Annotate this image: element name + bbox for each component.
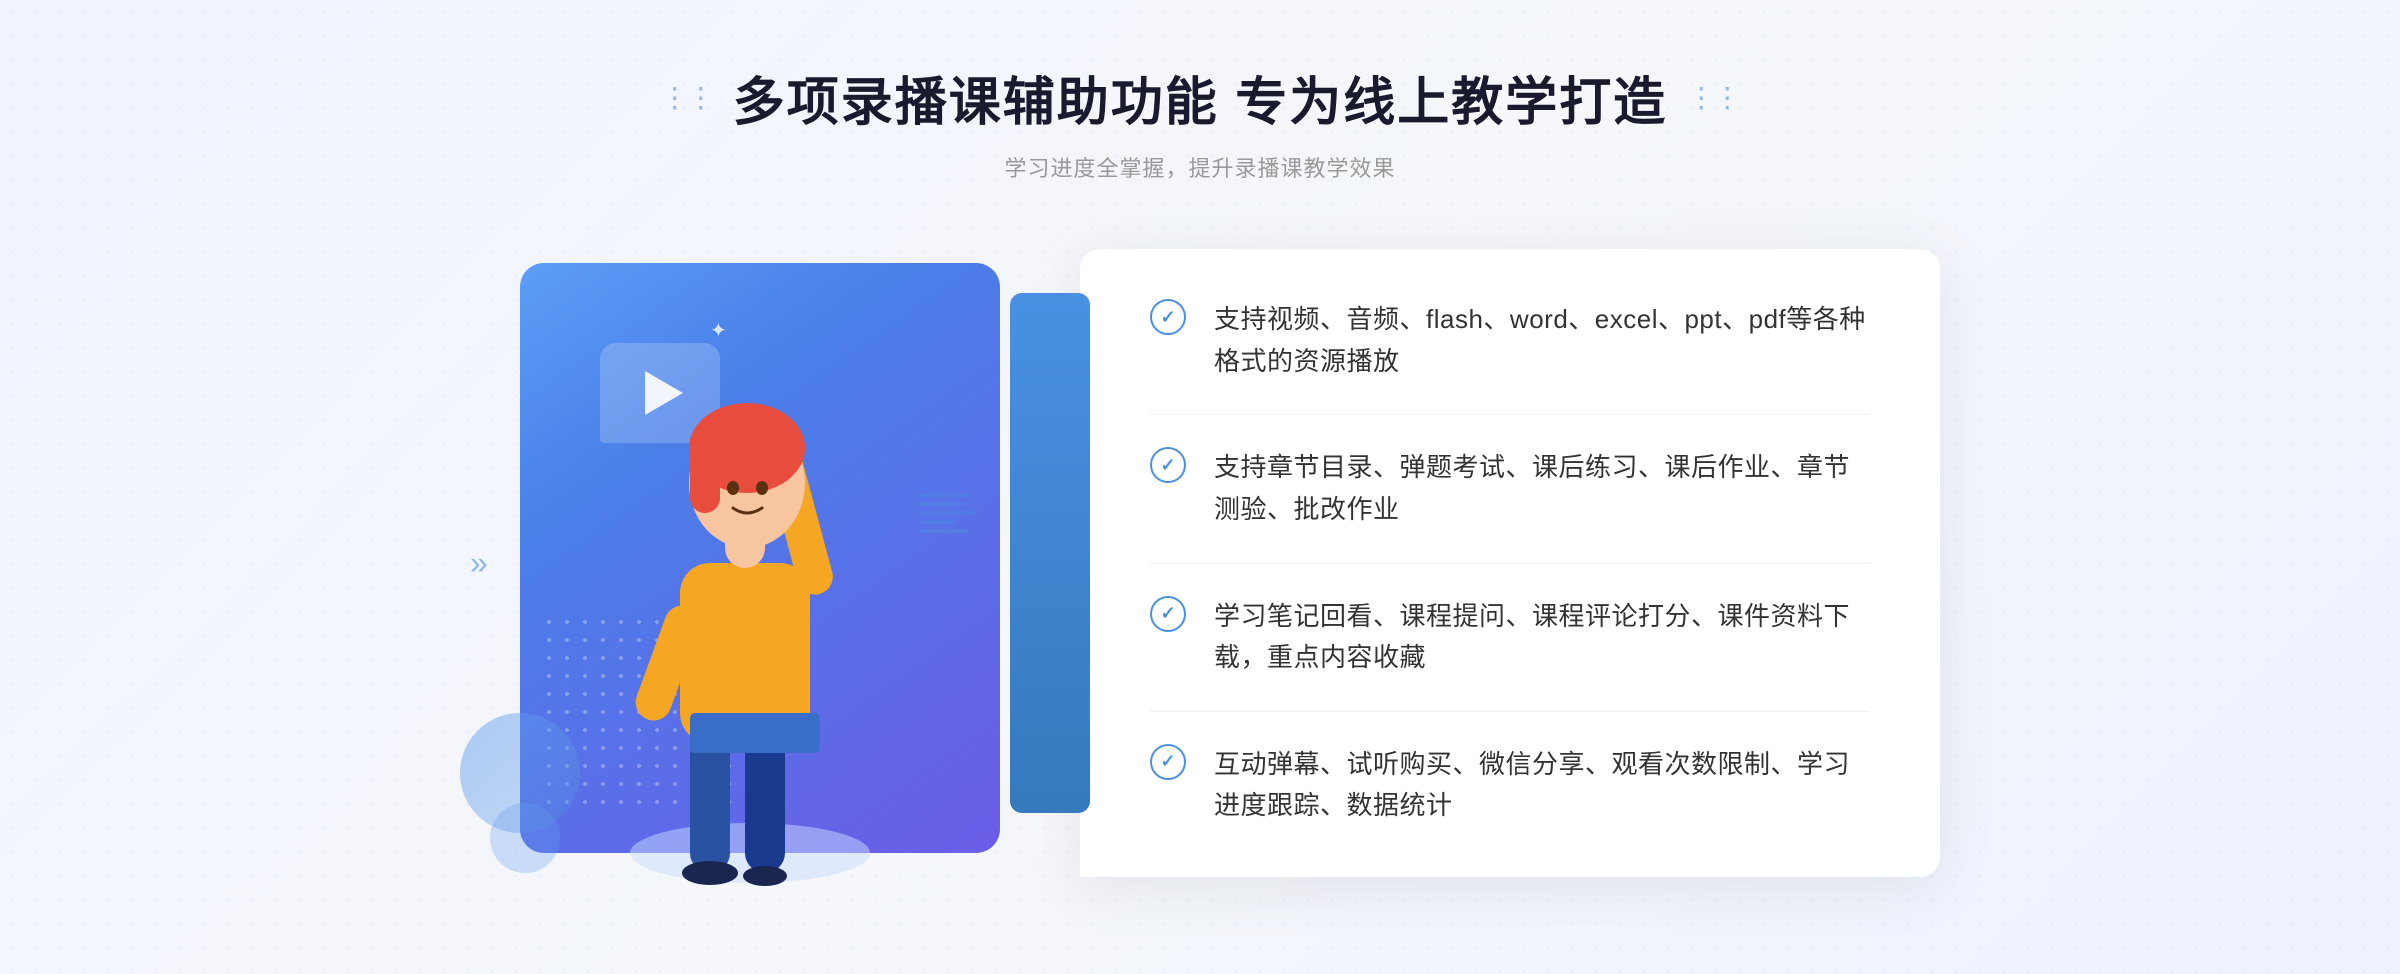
feature-text-1: 支持视频、音频、flash、word、excel、ppt、pdf等各种格式的资源… <box>1214 299 1870 382</box>
check-icon-1 <box>1150 299 1186 335</box>
decorative-stripes <box>920 493 980 573</box>
check-icon-4 <box>1150 744 1186 780</box>
page-container: ⋮⋮ 多项录播课辅助功能 专为线上教学打造 ⋮⋮ 学习进度全掌握，提升录播课教学… <box>0 0 2400 974</box>
header: ⋮⋮ 多项录播课辅助功能 专为线上教学打造 ⋮⋮ 学习进度全掌握，提升录播课教学… <box>661 60 1739 183</box>
subtitle: 学习进度全掌握，提升录播课教学效果 <box>661 151 1739 183</box>
check-icon-3 <box>1150 596 1186 632</box>
title-row: ⋮⋮ 多项录播课辅助功能 专为线上教学打造 ⋮⋮ <box>661 60 1739 135</box>
feature-item-3: 学习笔记回看、课程提问、课程评论打分、课件资料下载，重点内容收藏 <box>1150 564 1870 712</box>
check-icon-2 <box>1150 447 1186 483</box>
feature-text-3: 学习笔记回看、课程提问、课程评论打分、课件资料下载，重点内容收藏 <box>1214 596 1870 679</box>
main-title: 多项录播课辅助功能 专为线上教学打造 <box>733 60 1667 135</box>
feature-text-2: 支持章节目录、弹题考试、课后练习、课后作业、章节测验、批改作业 <box>1214 447 1870 530</box>
blue-panel <box>1010 293 1090 813</box>
feature-item-1: 支持视频、音频、flash、word、excel、ppt、pdf等各种格式的资源… <box>1150 299 1870 415</box>
figure-illustration <box>590 333 910 893</box>
illustration-container: » ✦ <box>460 233 1060 893</box>
content-section: » ✦ <box>400 233 2000 893</box>
decorative-dots-right: ⋮⋮ <box>1687 81 1739 114</box>
decorative-circle-2 <box>490 803 560 873</box>
feature-item-2: 支持章节目录、弹题考试、课后练习、课后作业、章节测验、批改作业 <box>1150 415 1870 563</box>
feature-item-4: 互动弹幕、试听购买、微信分享、观看次数限制、学习进度跟踪、数据统计 <box>1150 712 1870 827</box>
decorative-dots-left: ⋮⋮ <box>661 81 713 114</box>
arrow-left-icon: » <box>470 545 488 582</box>
features-panel: 支持视频、音频、flash、word、excel、ppt、pdf等各种格式的资源… <box>1080 249 1940 877</box>
feature-text-4: 互动弹幕、试听购买、微信分享、观看次数限制、学习进度跟踪、数据统计 <box>1214 744 1870 827</box>
